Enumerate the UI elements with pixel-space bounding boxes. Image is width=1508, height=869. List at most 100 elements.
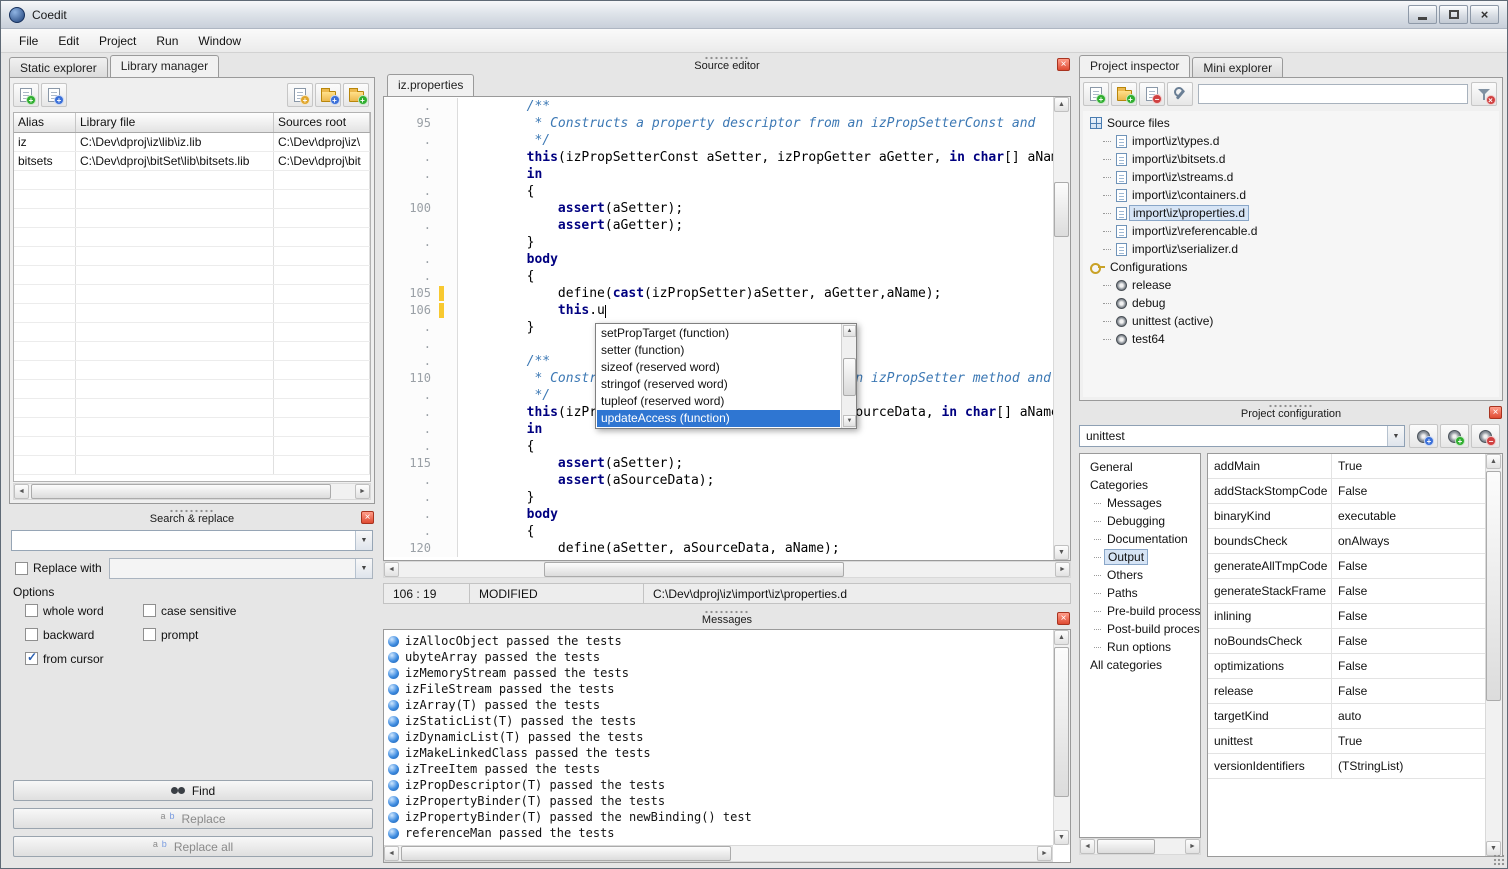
configuration-combobox[interactable]: unittest ▼ xyxy=(1079,425,1405,447)
code-line[interactable]: 106 this.u xyxy=(384,302,1053,319)
property-row-boundscheck[interactable]: boundsCheckonAlways xyxy=(1208,529,1486,554)
property-row-noboundscheck[interactable]: noBoundsCheckFalse xyxy=(1208,629,1486,654)
completion-item-tupleof-reserved-word[interactable]: tupleof (reserved word) xyxy=(597,393,840,410)
code-line[interactable]: . } xyxy=(384,489,1053,506)
tree-item-import-iz-referencable-d[interactable]: import\iz\referencable.d xyxy=(1083,222,1499,240)
tree-item-import-iz-serializer-d[interactable]: import\iz\serializer.d xyxy=(1083,240,1499,258)
add-configuration-button[interactable]: + xyxy=(1440,424,1469,448)
scroll-thumb[interactable] xyxy=(1486,471,1501,701)
chevron-down-icon[interactable]: ▼ xyxy=(1387,426,1404,446)
property-row-optimizations[interactable]: optimizationsFalse xyxy=(1208,654,1486,679)
checkbox-from-cursor[interactable]: from cursor xyxy=(25,651,143,666)
message-row[interactable]: izArray(T) passed the tests xyxy=(386,697,1051,713)
filter-button[interactable]: × xyxy=(1471,82,1497,106)
checkbox-whole-word[interactable]: whole word xyxy=(25,603,143,618)
editor-vscrollbar[interactable]: ▲ ▼ xyxy=(1053,97,1070,560)
message-row[interactable]: izFileStream passed the tests xyxy=(386,681,1051,697)
scroll-up-arrow[interactable]: ▲ xyxy=(1054,97,1069,112)
code-line[interactable]: 100 assert(aSetter); xyxy=(384,200,1053,217)
tree-item-import-iz-bitsets-d[interactable]: import\iz\bitsets.d xyxy=(1083,150,1499,168)
tree-item-import-iz-containers-d[interactable]: import\iz\containers.d xyxy=(1083,186,1499,204)
message-row[interactable]: izTreeItem passed the tests xyxy=(386,761,1051,777)
messages-vscrollbar[interactable]: ▲ ▼ xyxy=(1053,630,1070,845)
messages-hscrollbar[interactable]: ◄ ► xyxy=(384,845,1053,862)
code-line[interactable]: . { xyxy=(384,183,1053,200)
property-row-binarykind[interactable]: binaryKindexecutable xyxy=(1208,504,1486,529)
scroll-left-arrow[interactable]: ◄ xyxy=(384,846,399,861)
panel-grip[interactable] xyxy=(169,509,215,513)
category-run-options[interactable]: Run options xyxy=(1080,638,1200,656)
property-row-unittest[interactable]: unittestTrue xyxy=(1208,729,1486,754)
menu-edit[interactable]: Edit xyxy=(48,30,89,52)
add-source-button[interactable]: + xyxy=(1083,82,1109,106)
category-post-build-process[interactable]: Post-build process xyxy=(1080,620,1200,638)
code-editor[interactable]: . /**95 * Constructs a property descript… xyxy=(383,96,1071,561)
library-table-row[interactable]: izC:\Dev\dproj\iz\lib\iz.libC:\Dev\dproj… xyxy=(14,133,370,152)
categories-hscrollbar[interactable]: ◄ ► xyxy=(1079,838,1201,855)
property-row-release[interactable]: releaseFalse xyxy=(1208,679,1486,704)
tree-item-release[interactable]: release xyxy=(1083,276,1499,294)
open-library-folder-button[interactable]: + xyxy=(315,83,341,107)
maximize-button[interactable] xyxy=(1439,5,1468,24)
message-row[interactable]: izDynamicList(T) passed the tests xyxy=(386,729,1051,745)
tree-item-unittest-active[interactable]: unittest (active) xyxy=(1083,312,1499,330)
code-line[interactable]: . { xyxy=(384,268,1053,285)
replace-with-checkbox[interactable]: Replace with xyxy=(15,561,102,575)
message-row[interactable]: izPropertyBinder(T) passed the tests xyxy=(386,793,1051,809)
scroll-right-arrow[interactable]: ► xyxy=(1185,839,1200,854)
message-row[interactable]: izMakeLinkedClass passed the tests xyxy=(386,745,1051,761)
window-resize-grip[interactable] xyxy=(1493,854,1505,866)
scroll-left-arrow[interactable]: ◄ xyxy=(14,484,29,499)
category-categories[interactable]: Categories xyxy=(1080,476,1200,494)
scroll-up-arrow[interactable]: ▲ xyxy=(1486,454,1501,469)
add-library-folder-button[interactable]: + xyxy=(343,83,369,107)
remove-configuration-button[interactable]: − xyxy=(1471,424,1500,448)
find-button[interactable]: Find xyxy=(13,780,373,801)
code-line[interactable]: . body xyxy=(384,506,1053,523)
panel-grip[interactable] xyxy=(704,610,750,614)
category-others[interactable]: Others xyxy=(1080,566,1200,584)
code-line[interactable]: 95 * Constructs a property descriptor fr… xyxy=(384,115,1053,132)
checkbox-case-sensitive[interactable]: case sensitive xyxy=(143,603,325,618)
scroll-down-arrow[interactable]: ▼ xyxy=(1054,545,1069,560)
code-line[interactable]: . { xyxy=(384,438,1053,455)
category-pre-build-process[interactable]: Pre-build process xyxy=(1080,602,1200,620)
code-line[interactable]: . /** xyxy=(384,98,1053,115)
scroll-up-arrow[interactable]: ▲ xyxy=(1054,630,1069,645)
close-button[interactable]: × xyxy=(1470,5,1499,24)
tab-project-inspector[interactable]: Project inspector xyxy=(1079,55,1190,77)
property-row-generatestackframe[interactable]: generateStackFrameFalse xyxy=(1208,579,1486,604)
property-row-addstackstompcode[interactable]: addStackStompCodeFalse xyxy=(1208,479,1486,504)
scroll-left-arrow[interactable]: ◄ xyxy=(1080,839,1095,854)
code-line[interactable]: . body xyxy=(384,251,1053,268)
code-line[interactable]: 105 define(cast(izPropSetter)aSetter, aG… xyxy=(384,285,1053,302)
replace-all-button[interactable]: Replace all xyxy=(13,836,373,857)
tab-mini-explorer[interactable]: Mini explorer xyxy=(1192,57,1283,77)
category-debugging[interactable]: Debugging xyxy=(1080,512,1200,530)
scroll-right-arrow[interactable]: ► xyxy=(1037,846,1052,861)
edit-library-button[interactable]: + xyxy=(287,83,313,107)
message-row[interactable]: izPropDescriptor(T) passed the tests xyxy=(386,777,1051,793)
completion-item-stringof-reserved-word[interactable]: stringof (reserved word) xyxy=(597,376,840,393)
category-general[interactable]: General xyxy=(1080,458,1200,476)
property-row-addmain[interactable]: addMainTrue xyxy=(1208,454,1486,479)
category-all-categories[interactable]: All categories xyxy=(1080,656,1200,674)
clone-configuration-button[interactable]: + xyxy=(1409,424,1438,448)
completion-item-updateaccess-function[interactable]: updateAccess (function) xyxy=(597,410,840,427)
minimize-button[interactable] xyxy=(1408,5,1437,24)
code-line[interactable]: . assert(aSourceData); xyxy=(384,472,1053,489)
menu-window[interactable]: Window xyxy=(188,30,251,52)
tree-item-test64[interactable]: test64 xyxy=(1083,330,1499,348)
message-row[interactable]: izMemoryStream passed the tests xyxy=(386,665,1051,681)
replace-button[interactable]: Replace xyxy=(13,808,373,829)
scroll-thumb[interactable] xyxy=(544,562,844,577)
code-line[interactable]: . */ xyxy=(384,132,1053,149)
checkbox-prompt[interactable]: prompt xyxy=(143,627,325,642)
tree-node-configurations[interactable]: Configurations xyxy=(1083,258,1499,276)
completion-item-setter-function[interactable]: setter (function) xyxy=(597,342,840,359)
title-bar[interactable]: Coedit × xyxy=(1,1,1507,29)
panel-grip[interactable] xyxy=(1268,404,1314,408)
code-line[interactable]: 115 assert(aSetter); xyxy=(384,455,1053,472)
property-grid-vscrollbar[interactable]: ▲ ▼ xyxy=(1485,454,1502,856)
scroll-left-arrow[interactable]: ◄ xyxy=(384,562,399,577)
